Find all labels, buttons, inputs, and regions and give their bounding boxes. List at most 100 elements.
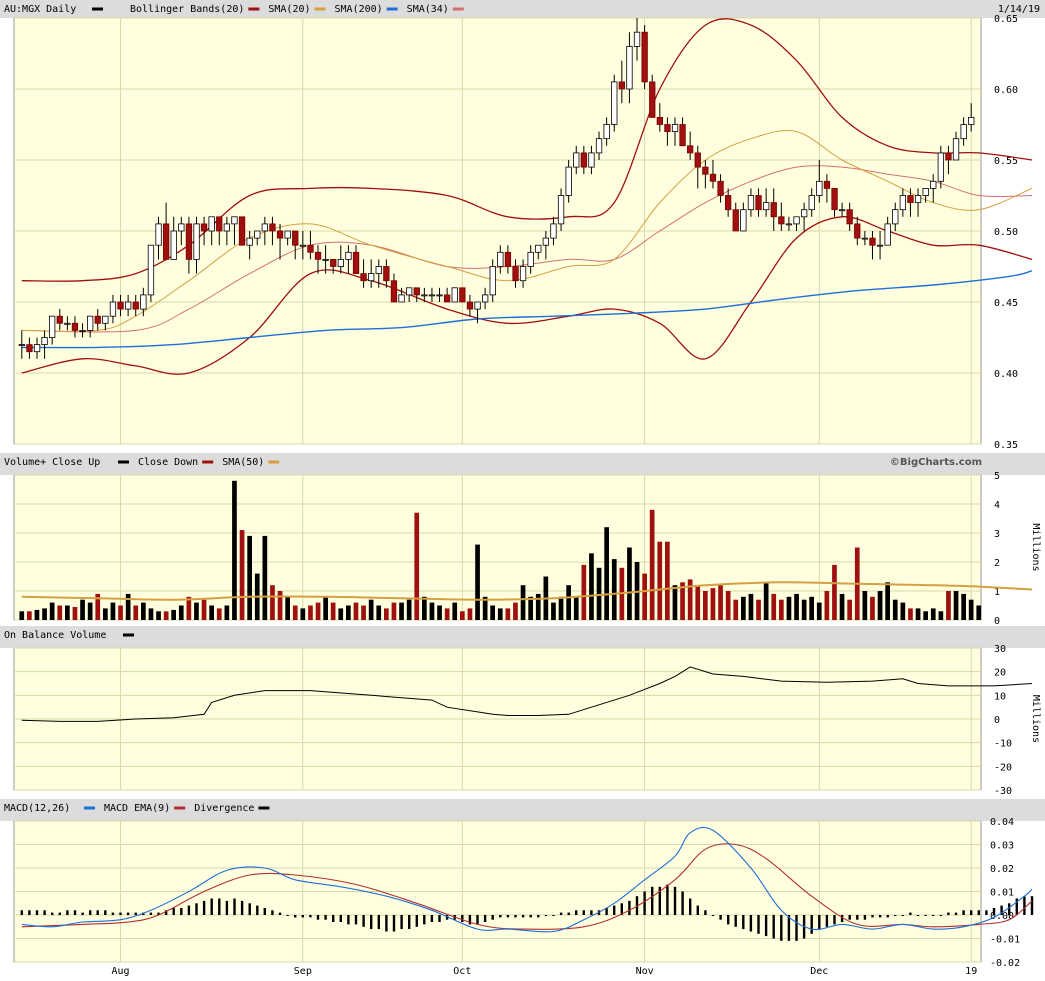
divergence-bar: [696, 905, 699, 915]
divergence-bar: [947, 912, 950, 915]
y-tick-label-volume: 5: [994, 471, 1000, 482]
divergence-bar: [1030, 896, 1034, 915]
candle-up: [254, 230, 261, 239]
candle-down: [238, 216, 246, 246]
candle-up: [178, 223, 185, 232]
legend-label: SMA(20): [268, 4, 310, 15]
divergence-bar: [666, 884, 669, 915]
volume-bar: [961, 593, 966, 620]
divergence-bar: [719, 915, 722, 920]
volume-bar: [604, 527, 609, 620]
volume-bar: [429, 602, 435, 620]
divergence-bar: [514, 915, 517, 918]
y-tick-label-obv: 0: [994, 715, 1000, 726]
candle-up: [231, 216, 238, 225]
volume-bar: [460, 611, 465, 620]
candle-up: [747, 195, 755, 211]
y-tick-label-macd: -0.01: [990, 935, 1020, 946]
y-tick-label-macd: 0.04: [990, 817, 1014, 828]
candle-down: [679, 124, 686, 147]
volume-bar: [308, 605, 313, 620]
divergence-bar: [354, 915, 358, 925]
volume-bar: [847, 599, 852, 620]
volume-bar: [748, 593, 754, 620]
volume-bar: [816, 602, 822, 620]
divergence-bar: [734, 915, 737, 927]
volume-bar: [262, 535, 268, 620]
candle-up: [550, 223, 557, 239]
candle-up: [838, 209, 846, 212]
candle-down: [314, 251, 322, 260]
price-title: AU:MGX Daily: [4, 4, 76, 15]
volume-bar: [239, 530, 245, 620]
x-tick-label: Dec: [810, 966, 828, 977]
candle-down: [641, 31, 648, 83]
volume-bar: [330, 602, 336, 620]
candle-up: [451, 287, 458, 303]
candle-down: [869, 237, 876, 246]
volume-bar: [27, 611, 32, 620]
y-tick-label-price: 0.50: [994, 227, 1018, 238]
divergence-bar: [491, 915, 494, 920]
y-tick-label-macd: 0.02: [990, 864, 1014, 875]
y-tick-label-obv: 10: [994, 691, 1006, 702]
candle-up: [147, 244, 155, 296]
candle-up: [405, 287, 413, 296]
divergence-bar: [582, 910, 585, 915]
divergence-bar: [742, 915, 745, 930]
candle-up: [436, 294, 443, 297]
candle-up: [102, 315, 109, 324]
candle-up: [633, 31, 641, 47]
divergence-bar: [901, 915, 904, 916]
volume-bar: [809, 596, 814, 620]
volume-bar: [558, 596, 564, 620]
divergence-bar: [362, 915, 365, 927]
candle-down: [687, 145, 694, 154]
volume-bar: [877, 591, 883, 620]
candle-up: [155, 223, 162, 246]
legend-label: MACD EMA(9): [104, 803, 170, 814]
candle-down: [702, 166, 709, 175]
divergence-bar: [248, 903, 251, 916]
divergence-bar: [430, 915, 434, 922]
candle-up: [671, 124, 679, 132]
volume-bar: [300, 608, 306, 620]
candle-down: [945, 152, 952, 161]
y-tick-label-obv: 30: [994, 644, 1006, 655]
volume-bar: [801, 599, 807, 620]
candle-up: [398, 294, 405, 303]
divergence-bar: [415, 915, 418, 927]
candle-down: [580, 152, 587, 168]
candle-up: [801, 209, 808, 218]
divergence-bar: [423, 915, 426, 925]
candle-down: [755, 195, 762, 211]
candle-down: [656, 117, 663, 125]
divergence-bar: [377, 915, 380, 930]
volume-bar: [900, 602, 906, 620]
legend-label: SMA(34): [407, 4, 449, 15]
macd-title: MACD(12,26): [4, 803, 70, 814]
volume-bar: [862, 591, 868, 620]
candle-up: [18, 344, 26, 347]
divergence-bar: [970, 910, 973, 915]
candle-down: [56, 315, 63, 324]
candle-up: [876, 244, 884, 247]
divergence-bar: [954, 912, 958, 915]
volume-bar: [718, 585, 723, 620]
volume-bar: [642, 573, 647, 620]
volume-bar: [338, 608, 344, 620]
volume-bar: [915, 608, 921, 620]
candle-up: [914, 195, 922, 203]
volume-bar: [315, 602, 321, 620]
candle-up: [170, 230, 177, 260]
divergence-bar: [909, 912, 912, 915]
candle-up: [299, 244, 307, 247]
volume-bar: [839, 593, 845, 620]
divergence-bar: [939, 915, 942, 916]
y-tick-label-obv: -10: [994, 739, 1012, 750]
volume-bar: [953, 591, 959, 620]
candle-down: [907, 195, 914, 203]
y-tick-label-price: 0.40: [994, 369, 1018, 380]
divergence-bar: [711, 915, 715, 916]
divergence-bar: [689, 898, 692, 915]
